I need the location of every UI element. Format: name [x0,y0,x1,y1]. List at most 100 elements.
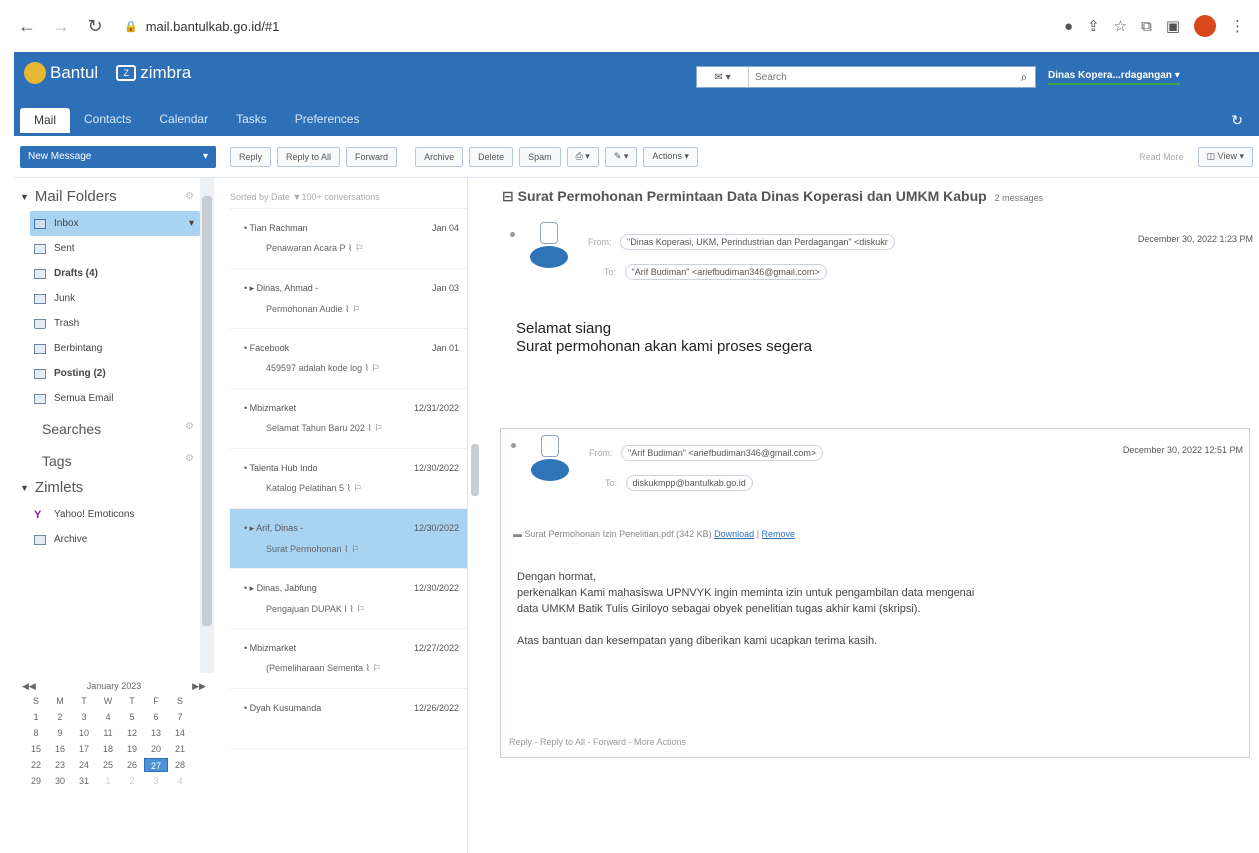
archive-button[interactable]: Archive [415,146,464,167]
message-row[interactable]: • Dyah Kusumanda 12/26/2022 [230,689,467,749]
calendar-day[interactable]: 12 [120,726,144,740]
message-row[interactable]: • Mbizmarket 12/27/2022 (Pemeliharaan Seme… [230,629,467,689]
gear-icon[interactable]: ⚙ [185,421,194,437]
scrollbar-thumb[interactable] [202,196,212,626]
message-row[interactable]: • ▸ Dinas, Jabfung 12/30/2022 Pengajuan DU… [230,569,467,629]
actions-button[interactable]: Actions ▾ [643,146,698,167]
folder-scrollbar[interactable] [200,178,214,673]
calendar-day[interactable]: 4 [168,774,192,788]
reply-button[interactable]: Reply [230,146,272,167]
calendar-day[interactable]: 2 [48,710,72,724]
tag-dropdown-button[interactable]: ✎ ▾ [604,146,638,167]
searches-header[interactable]: Searches ⚙ [14,411,214,443]
next-year-icon[interactable]: ▶▶ [192,681,206,692]
search-icon[interactable]: ⌕ [1013,70,1035,85]
collapse-icon[interactable]: ⊟ [502,188,514,204]
flag-icon[interactable]: ⚐ [352,304,360,314]
calendar-day[interactable]: 8 [24,726,48,740]
folder-sent[interactable]: Sent [14,236,214,261]
print-dropdown-button[interactable]: ⎙ ▾ [566,146,599,167]
calendar-day[interactable]: 1 [24,710,48,724]
kebab-menu-icon[interactable]: ⋮ [1230,17,1245,35]
flag-icon[interactable]: ⚐ [356,604,364,614]
user-menu[interactable]: Dinas Kopera...rdagangan ▾ [1048,70,1180,85]
collapse-triangle-icon[interactable]: ▼ [20,483,29,493]
msg2-to-address[interactable]: diskukmpp@bantulkab.go.id [625,475,753,491]
message-row[interactable]: • Talenta Hub Indo 12/30/2022 Katalog Pela… [230,449,467,509]
message-row[interactable]: • Facebook Jan 01 459597 adalah kode log ⌇… [230,329,467,389]
folder-drafts[interactable]: Drafts (4) [14,261,214,286]
calendar-day[interactable]: 6 [144,710,168,724]
folder-inbox[interactable]: Inbox ▾ [30,211,200,236]
location-icon[interactable]: ● [1064,18,1073,35]
gear-icon[interactable]: ⚙ [185,191,194,202]
spam-button[interactable]: Spam [519,146,561,167]
mail-folders-header[interactable]: ▼ Mail Folders ⚙ [14,178,214,211]
app-logo[interactable]: Bantul Z zimbra [24,62,191,84]
calendar-day[interactable]: 2 [120,774,144,788]
calendar-day[interactable]: 22 [24,758,48,772]
msg1-from-address[interactable]: "Dinas Koperasi, UKM, Perindustrian dan … [620,234,895,250]
profile-avatar[interactable] [1194,15,1216,37]
calendar-day[interactable]: 30 [48,774,72,788]
calendar-day[interactable]: 21 [168,742,192,756]
message-row[interactable]: • Tian Rachman Jan 04 Penawaran Acara P ⌇ … [230,209,467,269]
calendar-day[interactable]: 29 [24,774,48,788]
back-arrow-icon[interactable]: ← [14,13,40,39]
calendar-day[interactable]: 24 [72,758,96,772]
zimlets-header[interactable]: ▼ Zimlets [14,475,214,502]
calendar-day[interactable]: 15 [24,742,48,756]
flag-icon[interactable]: ⚐ [373,663,381,673]
sort-header[interactable]: Sorted by Date ▼100+ conversations [230,178,467,209]
calendar-day[interactable]: 7 [168,710,192,724]
remove-link[interactable]: Remove [762,529,796,539]
forward-arrow-icon[interactable]: → [48,13,74,39]
share-icon[interactable]: ⇪ [1087,17,1100,35]
tab-calendar[interactable]: Calendar [145,108,222,133]
calendar-day[interactable]: 13 [144,726,168,740]
tags-header[interactable]: Tags ⚙ [14,443,214,475]
refresh-icon[interactable]: ↻ [1231,112,1243,129]
gear-icon[interactable]: ⚙ [185,453,194,469]
flag-icon[interactable]: ⚐ [351,544,359,554]
sidepanel-icon[interactable]: ▣ [1166,17,1180,35]
search-input[interactable] [749,67,1013,87]
bookmark-star-icon[interactable]: ☆ [1114,17,1127,35]
folder-trash[interactable]: Trash [14,311,214,336]
message-actions[interactable]: Reply - Reply to All - Forward - More Ac… [509,737,686,747]
calendar-day[interactable]: 23 [48,758,72,772]
zimlet-archive[interactable]: Archive [14,527,214,552]
reply-all-button[interactable]: Reply to All [277,146,341,167]
message-row[interactable]: • ▸ Dinas, Ahmad - Jan 03 Permohonan Audie… [230,269,467,329]
calendar-day[interactable]: 4 [96,710,120,724]
calendar-day[interactable]: 3 [144,774,168,788]
folder-junk[interactable]: Junk [14,286,214,311]
address-bar[interactable]: 🔒 mail.bantulkab.go.id/#1 [124,19,279,34]
flag-icon[interactable]: ⚐ [374,423,382,433]
collapse-triangle-icon[interactable]: ▼ [20,192,29,202]
calendar-day[interactable]: 10 [72,726,96,740]
message-row[interactable]: • ▸ Arif, Dinas - 12/30/2022 Surat Permoho… [230,509,467,569]
tab-tasks[interactable]: Tasks [222,108,281,133]
calendar-day[interactable]: 11 [96,726,120,740]
calendar-day[interactable]: 16 [48,742,72,756]
calendar-day[interactable]: 14 [168,726,192,740]
calendar-day[interactable]: 9 [48,726,72,740]
calendar-day[interactable]: 28 [168,758,192,772]
calendar-day[interactable]: 26 [120,758,144,772]
extensions-icon[interactable]: ⧉ [1141,18,1152,35]
search-type-dropdown[interactable]: ✉ ▾ [697,67,749,87]
attachment-name[interactable]: Surat Permohonan Izin Penelitian.pdf (34… [525,529,712,539]
tab-contacts[interactable]: Contacts [70,108,145,133]
tab-preferences[interactable]: Preferences [281,108,374,133]
read-more-button[interactable]: Read More [1131,147,1192,167]
flag-icon[interactable]: ⚐ [355,243,363,253]
calendar-month[interactable]: January 2023 [87,681,142,692]
calendar-day[interactable]: 18 [96,742,120,756]
folder-semua-email[interactable]: Semua Email [14,386,214,411]
folder-posting[interactable]: Posting (2) [14,361,214,386]
calendar-day[interactable]: 3 [72,710,96,724]
forward-button[interactable]: Forward [346,146,398,167]
reload-icon[interactable]: ↻ [82,13,108,39]
calendar-day[interactable]: 27 [144,758,168,772]
